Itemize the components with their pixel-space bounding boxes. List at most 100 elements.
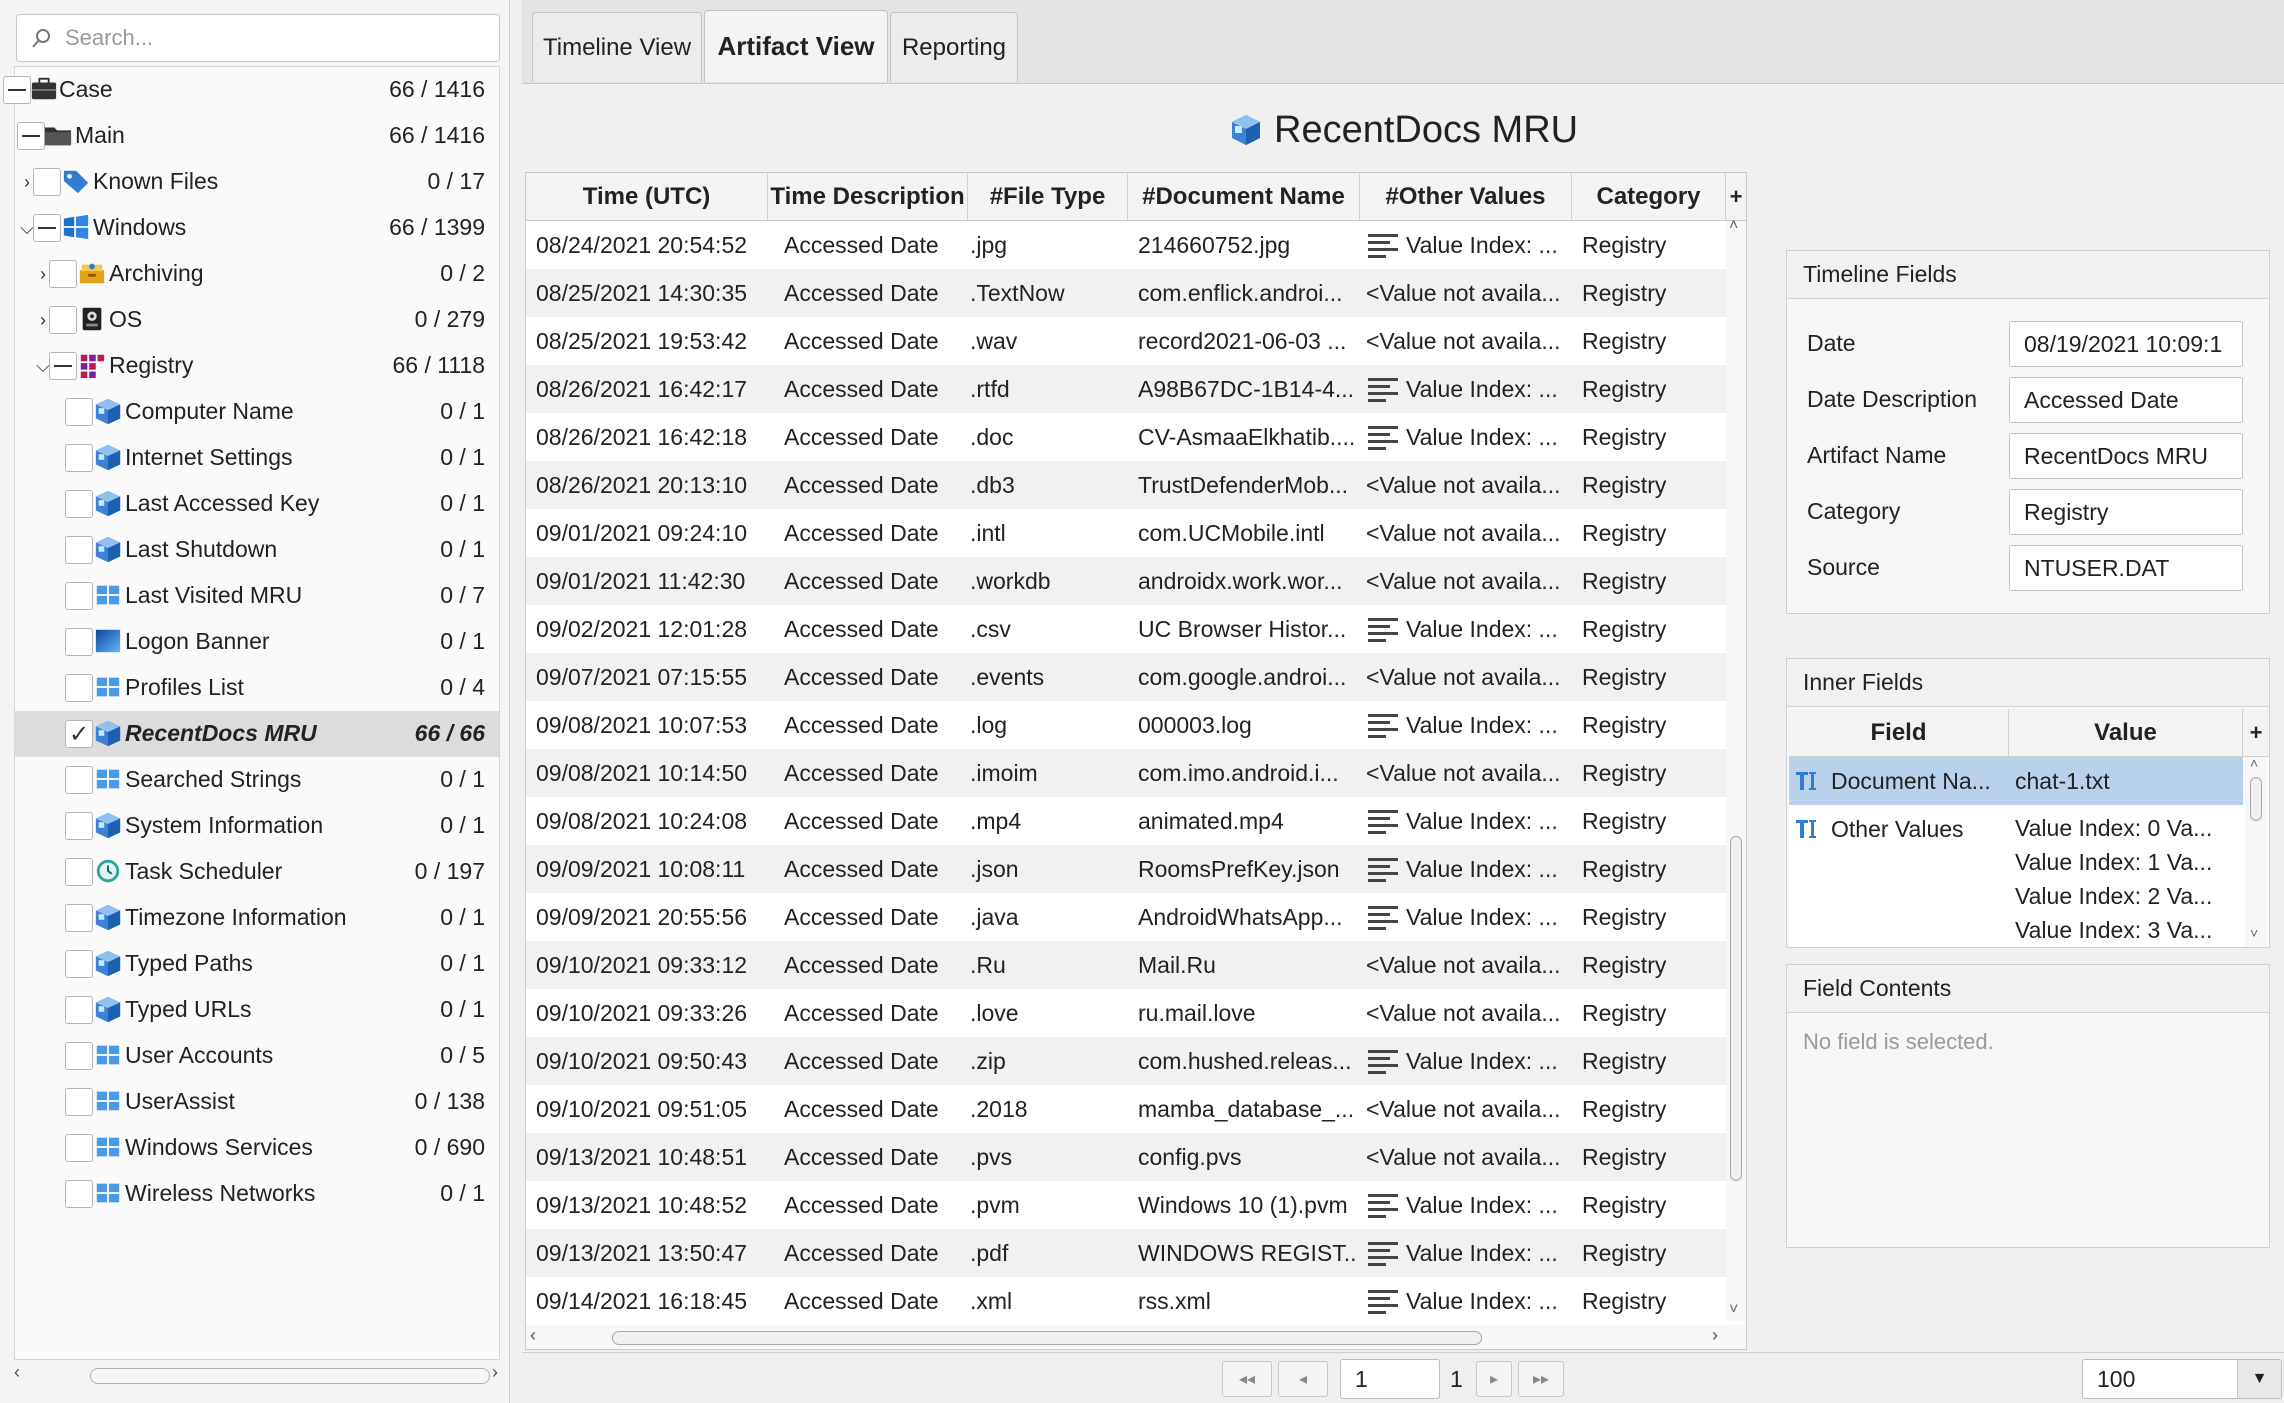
tree-checkbox[interactable] [65,536,93,564]
table-row[interactable]: 08/26/2021 16:42:18 Accessed Date .doc CV-A… [526,413,1726,461]
inner-fields-vertical-scrollbar[interactable]: ˄ ˅ [2245,755,2267,947]
tree-checkbox[interactable] [65,858,93,886]
tree-checkbox[interactable] [49,352,77,380]
tree-checkbox[interactable] [33,168,61,196]
tree-checkbox[interactable] [3,76,31,104]
tree-checkbox[interactable] [65,444,93,472]
tree-item-windows-services[interactable]: Windows Services 0 / 690 [15,1125,499,1171]
scrollbar-thumb[interactable] [1730,836,1742,1181]
column-header-other-values[interactable]: #Other Values [1360,173,1572,221]
scroll-up-icon[interactable]: ˄ [2250,755,2258,771]
scroll-right-icon[interactable]: › [492,1362,498,1383]
tree-checkbox[interactable] [65,674,93,702]
tree-item-windows[interactable]: ⌵ Windows 66 / 1399 [15,205,499,251]
scroll-left-icon[interactable]: ‹ [14,1362,20,1383]
table-row[interactable]: 08/25/2021 14:30:35 Accessed Date .TextNow… [526,269,1726,317]
page-number-input[interactable]: 1 [1340,1359,1440,1399]
table-row[interactable]: 09/10/2021 09:33:26 Accessed Date .love ru.… [526,989,1726,1037]
tree-checkbox[interactable] [49,260,77,288]
field-value[interactable]: RecentDocs MRU [2009,433,2243,479]
tree-checkbox[interactable] [65,1088,93,1116]
scrollbar-thumb[interactable] [612,1331,1482,1345]
inner-field-row[interactable]: Document Na... chat-1.txt [1789,757,2243,805]
table-row[interactable]: 08/26/2021 20:13:10 Accessed Date .db3 Trus… [526,461,1726,509]
tree-checkbox[interactable] [65,490,93,518]
tree-checkbox[interactable] [65,1134,93,1162]
tree-item-logon-banner[interactable]: Logon Banner 0 / 1 [15,619,499,665]
column-header-category[interactable]: Category [1572,173,1726,221]
field-value[interactable]: Registry [2009,489,2243,535]
table-row[interactable]: 08/26/2021 16:42:17 Accessed Date .rtfd A98… [526,365,1726,413]
tree-checkbox[interactable] [65,996,93,1024]
scroll-down-icon[interactable]: ˅ [1729,1301,1738,1319]
column-header-time[interactable]: Time (UTC) [526,173,768,221]
table-row[interactable]: 09/13/2021 13:50:47 Accessed Date .pdf WIND… [526,1229,1726,1277]
scroll-left-icon[interactable]: ‹ [530,1325,536,1346]
tree-checkbox[interactable] [65,398,93,426]
table-row[interactable]: 09/08/2021 10:14:50 Accessed Date .imoim co… [526,749,1726,797]
tree-item-system-information[interactable]: System Information 0 / 1 [15,803,499,849]
column-header-document-name[interactable]: #Document Name [1128,173,1360,221]
add-column-button[interactable]: + [2245,709,2267,757]
table-row[interactable]: 09/01/2021 09:24:10 Accessed Date .intl com… [526,509,1726,557]
tree-item-searched-strings[interactable]: Searched Strings 0 / 1 [15,757,499,803]
scrollbar-thumb[interactable] [90,1368,490,1384]
inner-field-row[interactable]: Other Values Value Index: 0 Va... Value I… [1789,805,2243,947]
last-page-button[interactable]: ▸▸ [1518,1361,1564,1397]
table-row[interactable]: 09/07/2021 07:15:55 Accessed Date .events c… [526,653,1726,701]
tree-item-recentdocs-mru[interactable]: ✓ RecentDocs MRU 66 / 66 [15,711,499,757]
tree-item-registry[interactable]: ⌵ Registry 66 / 1118 [15,343,499,389]
table-row[interactable]: 09/13/2021 10:48:51 Accessed Date .pvs conf… [526,1133,1726,1181]
tree-checkbox[interactable] [49,306,77,334]
tab-reporting[interactable]: Reporting [890,12,1018,82]
scroll-down-icon[interactable]: ˅ [2250,925,2258,941]
table-row[interactable]: 09/09/2021 20:55:56 Accessed Date .java And… [526,893,1726,941]
tree-item-last-accessed-key[interactable]: Last Accessed Key 0 / 1 [15,481,499,527]
column-header-field[interactable]: Field [1789,709,2009,757]
tree-checkbox[interactable] [65,628,93,656]
tab-timeline-view[interactable]: Timeline View [532,12,702,82]
search-box[interactable] [16,14,500,62]
tree-checkbox[interactable] [17,122,45,150]
tree-checkbox[interactable] [65,812,93,840]
table-row[interactable]: 08/25/2021 19:53:42 Accessed Date .wav reco… [526,317,1726,365]
tree-item-last-visited-mru[interactable]: Last Visited MRU 0 / 7 [15,573,499,619]
field-value[interactable]: 08/19/2021 10:09:1 [2009,321,2243,367]
table-vertical-scrollbar[interactable]: ˄ ˅ [1726,217,1746,1321]
tree-item-archiving[interactable]: › Archiving 0 / 2 [15,251,499,297]
tree-item-wireless-networks[interactable]: Wireless Networks 0 / 1 [15,1171,499,1217]
tree-item-typed-paths[interactable]: Typed Paths 0 / 1 [15,941,499,987]
column-header-file-type[interactable]: #File Type [968,173,1128,221]
previous-page-button[interactable]: ◂ [1278,1361,1328,1397]
tree-item-profiles-list[interactable]: Profiles List 0 / 4 [15,665,499,711]
table-row[interactable]: 09/09/2021 10:08:11 Accessed Date .json Roo… [526,845,1726,893]
tree-item-typed-urls[interactable]: Typed URLs 0 / 1 [15,987,499,1033]
tree-item-case[interactable]: Case 66 / 1416 [3,67,499,113]
tree-checkbox[interactable]: ✓ [65,720,93,748]
tree-item-task-scheduler[interactable]: Task Scheduler 0 / 197 [15,849,499,895]
tree-item-computer-name[interactable]: Computer Name 0 / 1 [15,389,499,435]
tree-checkbox[interactable] [65,904,93,932]
tree-checkbox[interactable] [65,582,93,610]
table-row[interactable]: 09/10/2021 09:50:43 Accessed Date .zip com.… [526,1037,1726,1085]
tree-checkbox[interactable] [65,1180,93,1208]
table-row[interactable]: 09/10/2021 09:33:12 Accessed Date .Ru Mail.… [526,941,1726,989]
scroll-up-icon[interactable]: ˄ [1729,217,1738,235]
table-horizontal-scrollbar[interactable]: ‹ › [526,1325,1746,1349]
field-value[interactable]: NTUSER.DAT [2009,545,2243,591]
table-row[interactable]: 09/02/2021 12:01:28 Accessed Date .csv UC B… [526,605,1726,653]
table-row[interactable]: 09/13/2021 10:48:52 Accessed Date .pvm Wind… [526,1181,1726,1229]
tab-artifact-view[interactable]: Artifact View [704,10,888,82]
tree-item-os[interactable]: › OS 0 / 279 [15,297,499,343]
field-value[interactable]: Accessed Date [2009,377,2243,423]
tree-item-user-accounts[interactable]: User Accounts 0 / 5 [15,1033,499,1079]
column-header-time-description[interactable]: Time Description [768,173,968,221]
tree-checkbox[interactable] [65,950,93,978]
tree-item-known-files[interactable]: › Known Files 0 / 17 [15,159,499,205]
next-page-button[interactable]: ▸ [1476,1361,1512,1397]
chevron-down-icon[interactable]: ▼ [2237,1360,2281,1398]
tree-checkbox[interactable] [65,1042,93,1070]
scrollbar-thumb[interactable] [2250,777,2262,821]
page-size-select[interactable]: 100 ▼ [2082,1359,2282,1399]
table-row[interactable]: 09/10/2021 09:51:05 Accessed Date .2018 mam… [526,1085,1726,1133]
